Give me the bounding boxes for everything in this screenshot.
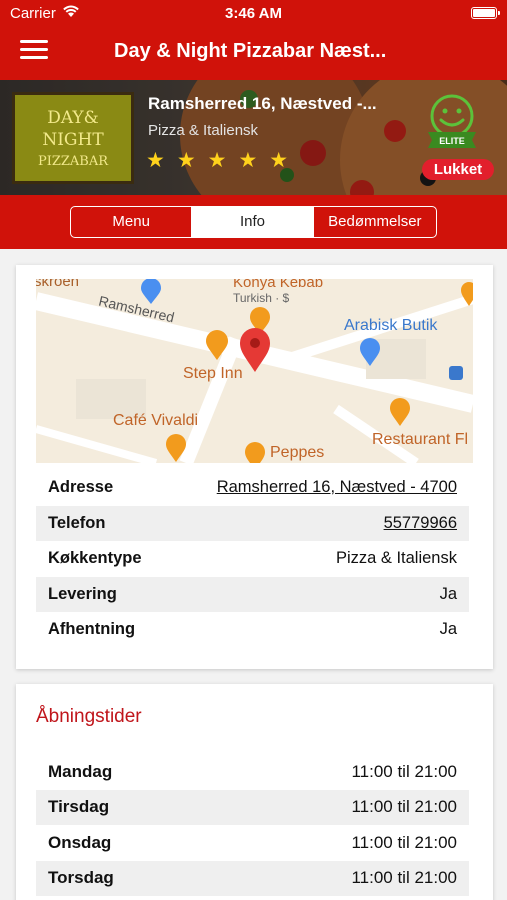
map-label-restaurant: Restaurant Fl — [372, 431, 469, 448]
map-food-pin-icon — [390, 398, 410, 426]
map-label-konya: Konya Kebab — [233, 279, 324, 291]
nav-title: Day & Night Pizzabar Næst... — [114, 40, 387, 62]
opening-hours-card: Åbningstider Mandag 11:00 til 21:00 Tirs… — [16, 684, 493, 900]
hours-time: 11:00 til 21:00 — [351, 832, 457, 852]
map-label-cafe: Café Vivaldi — [113, 412, 199, 429]
hours-day: Tirsdag — [48, 797, 110, 817]
map-shop-pin-icon — [141, 279, 161, 304]
info-card: skroen Konya Kebab Turkish · $ Ramsherre… — [16, 265, 493, 669]
hours-table: Mandag 11:00 til 21:00 Tirsdag 11:00 til… — [36, 754, 469, 896]
info-row-address: Adresse Ramsherred 16, Næstved - 4700 — [36, 470, 469, 506]
info-label: Telefon — [48, 513, 106, 532]
info-row-delivery: Levering Ja — [36, 576, 469, 612]
info-table: Adresse Ramsherred 16, Næstved - 4700 Te… — [36, 470, 469, 648]
map-transit-icon — [449, 366, 463, 380]
map-cafe-pin-icon — [166, 434, 186, 462]
info-label: Levering — [48, 584, 117, 603]
hours-row: Mandag 11:00 til 21:00 — [36, 754, 469, 790]
hours-time: 11:00 til 21:00 — [351, 797, 457, 817]
map-location-marker-icon — [240, 328, 270, 372]
info-value: Pizza & Italiensk — [335, 549, 457, 568]
tab-menu[interactable]: Menu — [71, 207, 191, 237]
map-label-konya-sub: Turkish · $ — [233, 291, 290, 305]
map-food-pin-icon — [461, 282, 473, 306]
status-bar: Carrier 3:46 AM — [0, 0, 507, 28]
map-label-arabisk: Arabisk Butik — [344, 317, 438, 334]
hours-time: 11:00 til 21:00 — [351, 868, 457, 888]
map-label-skroen: skroen — [36, 279, 80, 290]
info-row-cuisine: Køkkentype Pizza & Italiensk — [36, 541, 469, 577]
elite-badge-label: ELITE — [439, 136, 465, 146]
hours-row: Tirsdag 11:00 til 21:00 — [36, 789, 469, 825]
map-label-step-inn: Step Inn — [183, 365, 243, 382]
segmented-control: Menu Info Bedømmelser — [70, 206, 437, 238]
rating-stars: ★★★★★ — [146, 149, 301, 172]
info-label: Afhentning — [48, 620, 136, 639]
tab-reviews[interactable]: Bedømmelser — [312, 207, 436, 237]
hours-time: 11:00 til 21:00 — [351, 761, 457, 781]
hours-day: Torsdag — [48, 868, 114, 888]
opening-hours-title: Åbningstider — [36, 706, 142, 727]
info-label: Adresse — [48, 478, 114, 497]
hamburger-menu-button[interactable] — [20, 40, 48, 62]
tab-bar: Menu Info Bedømmelser — [0, 195, 507, 249]
info-value: Ja — [439, 620, 457, 639]
phone-link[interactable]: 55779966 — [384, 514, 457, 533]
restaurant-name: Ramsherred 16, Næstved -... — [148, 94, 377, 113]
map-label-peppes: Peppes — [270, 444, 325, 461]
restaurant-logo: DAY& NIGHT PIZZABAR — [12, 92, 134, 184]
hours-day: Onsdag — [48, 832, 112, 852]
map-shop-pin-icon — [360, 338, 380, 366]
info-row-phone: Telefon 55779966 — [36, 505, 469, 541]
info-value: Ja — [439, 584, 457, 603]
location-map[interactable]: skroen Konya Kebab Turkish · $ Ramsherre… — [36, 279, 473, 463]
map-food-pin-icon — [245, 442, 265, 463]
hours-row: Onsdag 11:00 til 21:00 — [36, 825, 469, 861]
map-bar-pin-icon — [206, 330, 228, 360]
hours-day: Mandag — [48, 761, 113, 781]
elite-badge-icon: ELITE — [428, 94, 476, 148]
info-row-pickup: Afhentning Ja — [36, 612, 469, 648]
address-link[interactable]: Ramsherred 16, Næstved - 4700 — [217, 478, 457, 497]
status-time: 3:46 AM — [225, 5, 282, 22]
battery-icon — [471, 7, 500, 19]
status-badge: Lukket — [422, 159, 494, 180]
tab-info[interactable]: Info — [191, 207, 313, 237]
restaurant-header: DAY& NIGHT PIZZABAR Ramsherred 16, Næstv… — [0, 80, 507, 195]
info-label: Køkkentype — [48, 549, 142, 568]
hours-row: Torsdag 11:00 til 21:00 — [36, 860, 469, 896]
restaurant-cuisine: Pizza & Italiensk — [148, 122, 259, 139]
